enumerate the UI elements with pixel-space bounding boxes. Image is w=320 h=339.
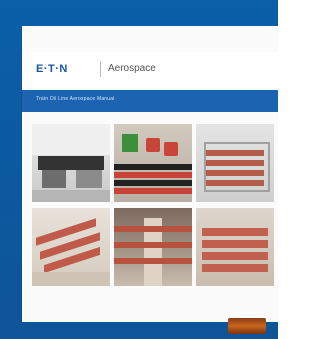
seating-area-photo: [32, 124, 110, 202]
brand-logo: E·T·N: [36, 63, 68, 75]
galley-photo: [196, 124, 274, 202]
red-seat-photo: [114, 124, 192, 202]
seat-row-photo: [196, 208, 274, 286]
cabin-interior-photo: [114, 208, 192, 286]
product-title: Aerospace: [108, 63, 156, 74]
aisle-photo: [32, 208, 110, 286]
brand-stamp-logo: [228, 318, 266, 334]
document-subtitle: Train Oil Line Aerospace Manual: [36, 96, 115, 102]
document-header: E·T·N Aerospace: [22, 52, 278, 90]
title-band: Train Oil Line Aerospace Manual: [22, 90, 278, 112]
header-divider: [100, 61, 101, 77]
photo-grid: [32, 124, 278, 300]
document-page: E·T·N Aerospace Train Oil Line Aerospace…: [22, 26, 278, 334]
